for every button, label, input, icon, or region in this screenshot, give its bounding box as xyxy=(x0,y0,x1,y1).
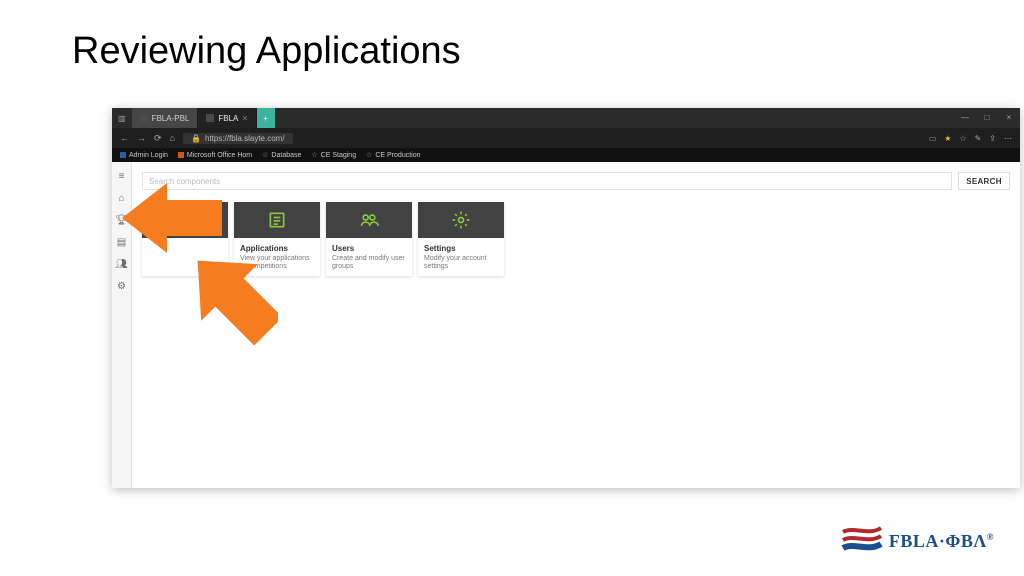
favicon-icon xyxy=(140,114,148,122)
reader-icon[interactable]: ▭ xyxy=(929,134,937,143)
address-field[interactable]: 🔒 https://fbla.slayte.com/ xyxy=(183,133,293,144)
bookmark-label: CE Production xyxy=(375,152,420,159)
bookmark-item[interactable]: ☆ CE Production xyxy=(366,151,420,159)
gear-icon xyxy=(451,210,471,230)
back-button[interactable]: ← xyxy=(120,133,129,143)
minimize-button[interactable]: — xyxy=(954,108,976,128)
bookmark-item[interactable]: Admin Login xyxy=(120,152,168,159)
dashboard-card-settings[interactable]: Settings Modify your account settings xyxy=(418,202,504,276)
star-icon: ☆ xyxy=(366,151,372,159)
dashboard-card-users[interactable]: Users Create and modify user groups xyxy=(326,202,412,276)
bookmark-item[interactable]: ☆ CE Staging xyxy=(311,151,356,159)
star-icon: ☆ xyxy=(262,151,268,159)
address-text: https://fbla.slayte.com/ xyxy=(205,134,285,143)
browser-tab[interactable]: FBLA × xyxy=(198,108,256,128)
close-window-button[interactable]: × xyxy=(998,108,1020,128)
bookmark-item[interactable]: Microsoft Office Hom xyxy=(178,152,252,159)
tab-label: FBLA xyxy=(218,114,238,123)
search-input[interactable]: Search components xyxy=(142,172,952,190)
browser-tabstrip: ▥ FBLA-PBL FBLA × + — □ × xyxy=(112,108,1020,128)
registered-mark: ® xyxy=(987,532,994,542)
search-button[interactable]: SEARCH xyxy=(958,172,1010,190)
share-icon[interactable]: ⇪ xyxy=(989,134,996,143)
maximize-button[interactable]: □ xyxy=(976,108,998,128)
browser-bookmarks-bar: Admin Login Microsoft Office Hom ☆ Datab… xyxy=(112,148,1020,162)
card-title: Users xyxy=(332,244,406,253)
bookmark-label: CE Staging xyxy=(321,152,356,159)
slide-title: Reviewing Applications xyxy=(72,30,461,73)
favorite-star-icon[interactable]: ★ xyxy=(944,134,951,143)
card-desc: Create and modify user groups xyxy=(332,255,406,272)
browser-tab[interactable]: FBLA-PBL xyxy=(132,108,199,128)
gear-icon[interactable]: ⚙ xyxy=(116,280,128,292)
sidebar-toggle-icon[interactable]: ▥ xyxy=(112,108,132,128)
forward-button[interactable]: → xyxy=(137,133,146,143)
logo-text: FBLA·ΦBΛ xyxy=(889,531,987,551)
users-icon xyxy=(359,210,379,230)
refresh-button[interactable]: ⟳ xyxy=(154,133,162,144)
users-icon[interactable]: 👥︎ xyxy=(116,258,128,270)
window-controls: — □ × xyxy=(954,108,1020,128)
more-icon[interactable]: ⋯ xyxy=(1004,134,1012,143)
favicon-icon xyxy=(206,114,214,122)
card-title: Settings xyxy=(424,244,498,253)
annotation-arrow-up-icon xyxy=(188,246,278,346)
bookmark-item[interactable]: ☆ Database xyxy=(262,151,301,159)
new-tab-button[interactable]: + xyxy=(257,108,275,128)
star-icon: ☆ xyxy=(311,151,317,159)
flag-icon xyxy=(841,522,883,560)
notes-icon[interactable]: ✎ xyxy=(975,134,982,143)
bookmark-label: Admin Login xyxy=(129,152,168,159)
bookmark-label: Microsoft Office Hom xyxy=(187,152,252,159)
bookmark-favicon-icon xyxy=(178,152,184,158)
card-desc: Modify your account settings xyxy=(424,255,498,272)
applications-icon xyxy=(267,210,287,230)
fbla-logo: FBLA·ΦBΛ® xyxy=(841,522,994,560)
bookmark-favicon-icon xyxy=(120,152,126,158)
browser-addressbar: ← → ⟳ ⌂ 🔒 https://fbla.slayte.com/ ▭ ★ ☆… xyxy=(112,128,1020,148)
close-tab-icon[interactable]: × xyxy=(242,113,247,123)
home-button[interactable]: ⌂ xyxy=(170,133,175,143)
lock-icon: 🔒 xyxy=(191,134,201,143)
favorites-icon[interactable]: ☆ xyxy=(959,134,966,143)
tab-label: FBLA-PBL xyxy=(152,114,190,123)
bookmark-label: Database xyxy=(271,152,301,159)
